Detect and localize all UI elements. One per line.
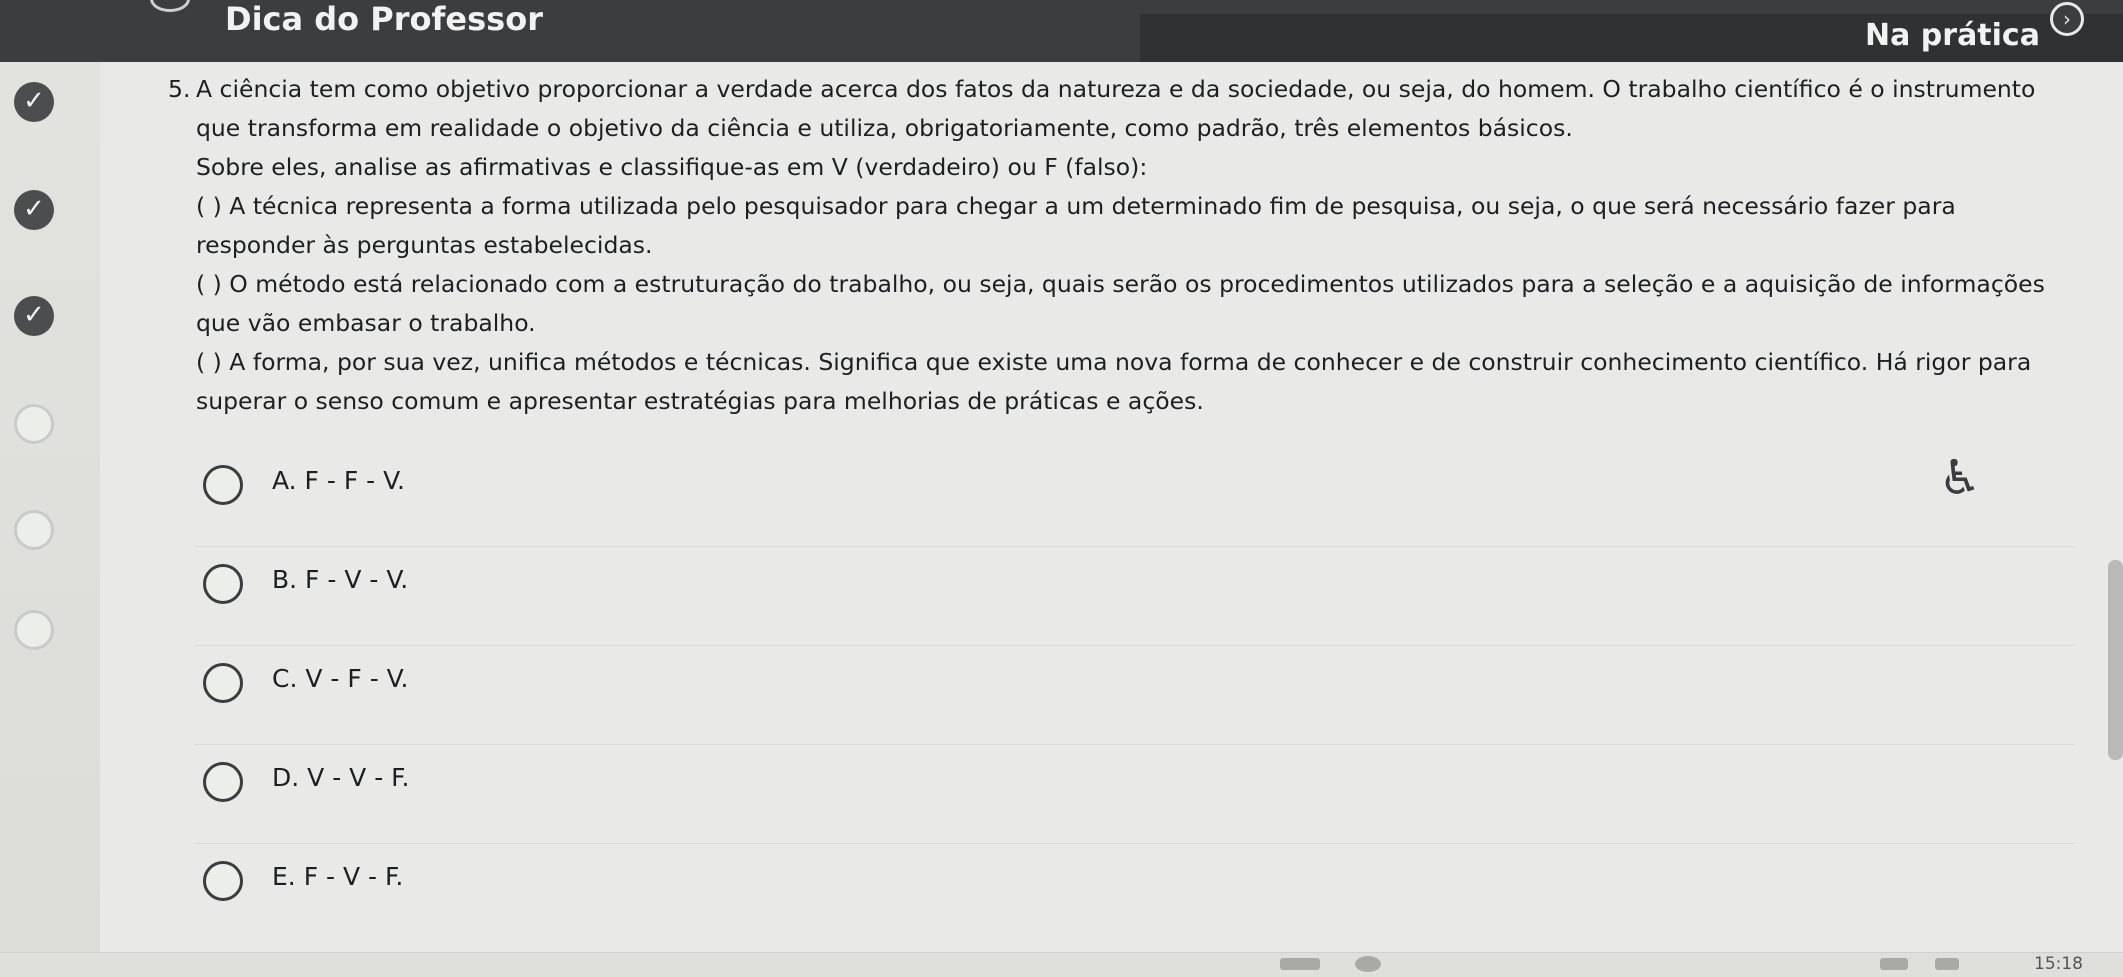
option-d[interactable]: D. V - V - F.: [195, 745, 2075, 844]
option-label: D. V - V - F.: [272, 763, 410, 792]
status-done-icon[interactable]: ✓: [14, 82, 54, 122]
option-label: B. F - V - V.: [272, 565, 409, 594]
option-label: E. F - V - F.: [272, 862, 404, 891]
volume-icon[interactable]: [1935, 958, 1959, 970]
status-pending-icon[interactable]: [14, 510, 54, 550]
tab-na-pratica[interactable]: Na prática: [1865, 18, 2040, 53]
question-instruction: Sobre eles, analise as afirmativas e cla…: [196, 153, 1148, 181]
option-e[interactable]: E. F - V - F.: [195, 844, 2075, 943]
radio-button[interactable]: [203, 465, 243, 505]
radio-button[interactable]: [203, 861, 243, 901]
radio-button[interactable]: [203, 564, 243, 604]
answer-options: A. F - F - V. B. F - V - V. C. V - F - V…: [195, 448, 2075, 943]
taskbar-app-icon[interactable]: [1280, 958, 1320, 970]
statement-3: ( ) A forma, por sua vez, unifica método…: [196, 348, 2032, 415]
scrollbar-thumb[interactable]: [2108, 560, 2123, 760]
question-number: 5.: [168, 75, 191, 103]
chevron-right-icon[interactable]: ›: [2050, 2, 2084, 36]
option-c[interactable]: C. V - F - V.: [195, 646, 2075, 745]
question-intro: 5. A ciência tem como objetivo proporcion…: [168, 70, 2068, 148]
option-a[interactable]: A. F - F - V.: [195, 448, 2075, 547]
tab-arc-decoration: [150, 0, 190, 12]
tab-dica-do-professor[interactable]: Dica do Professor: [225, 0, 543, 38]
question-text: A ciência tem como objetivo proporcionar…: [196, 75, 2036, 142]
question-block: 5. A ciência tem como objetivo proporcion…: [168, 70, 2068, 421]
question-status-sidebar: ✓ ✓ ✓: [0, 62, 100, 977]
taskbar-clock: 15:18: [2034, 954, 2083, 974]
taskbar-app-icon[interactable]: [1355, 956, 1381, 972]
radio-button[interactable]: [203, 762, 243, 802]
option-b[interactable]: B. F - V - V.: [195, 547, 2075, 646]
option-label: A. F - F - V.: [272, 466, 405, 495]
status-pending-icon[interactable]: [14, 404, 54, 444]
statement-2: ( ) O método está relacionado com a estr…: [196, 270, 2045, 337]
option-label: C. V - F - V.: [272, 664, 409, 693]
taskbar: 15:18: [0, 952, 2123, 977]
statement-1: ( ) A técnica representa a forma utiliza…: [196, 192, 1956, 259]
wifi-icon[interactable]: [1880, 958, 1908, 970]
status-pending-icon[interactable]: [14, 610, 54, 650]
top-bar: Dica do Professor Na prática ›: [0, 0, 2123, 62]
status-done-icon[interactable]: ✓: [14, 190, 54, 230]
radio-button[interactable]: [203, 663, 243, 703]
status-done-icon[interactable]: ✓: [14, 296, 54, 336]
